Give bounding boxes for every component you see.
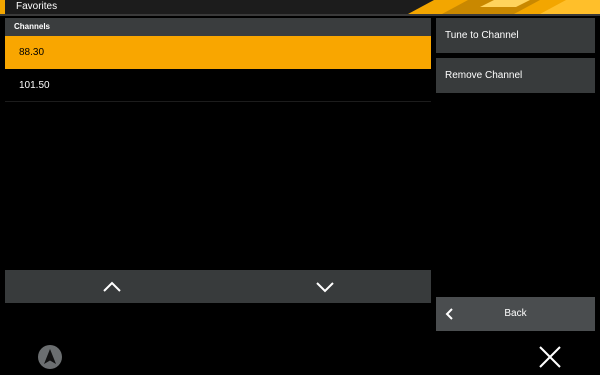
scroll-bar: [5, 270, 431, 303]
tune-to-channel-button[interactable]: Tune to Channel: [436, 18, 595, 53]
scroll-down-button[interactable]: [218, 270, 431, 303]
back-label: Back: [504, 308, 527, 319]
channels-header: Channels: [5, 18, 431, 36]
chevron-up-icon: [102, 281, 121, 292]
title-bar: Favorites: [0, 0, 600, 14]
channels-list: Channels 88.30 101.50: [5, 18, 431, 104]
close-icon[interactable]: [538, 345, 562, 369]
title-underline: [0, 14, 600, 16]
title-accent: [0, 0, 5, 14]
channel-item[interactable]: 101.50: [5, 69, 431, 102]
back-button[interactable]: Back: [436, 297, 595, 331]
scroll-up-button[interactable]: [5, 270, 218, 303]
remove-channel-button[interactable]: Remove Channel: [436, 58, 595, 93]
chevron-down-icon: [315, 281, 334, 292]
page-title: Favorites: [16, 1, 58, 12]
title-decoration: [408, 0, 600, 14]
channel-item[interactable]: 88.30: [5, 36, 431, 69]
navigation-arrow-icon[interactable]: [38, 345, 62, 369]
